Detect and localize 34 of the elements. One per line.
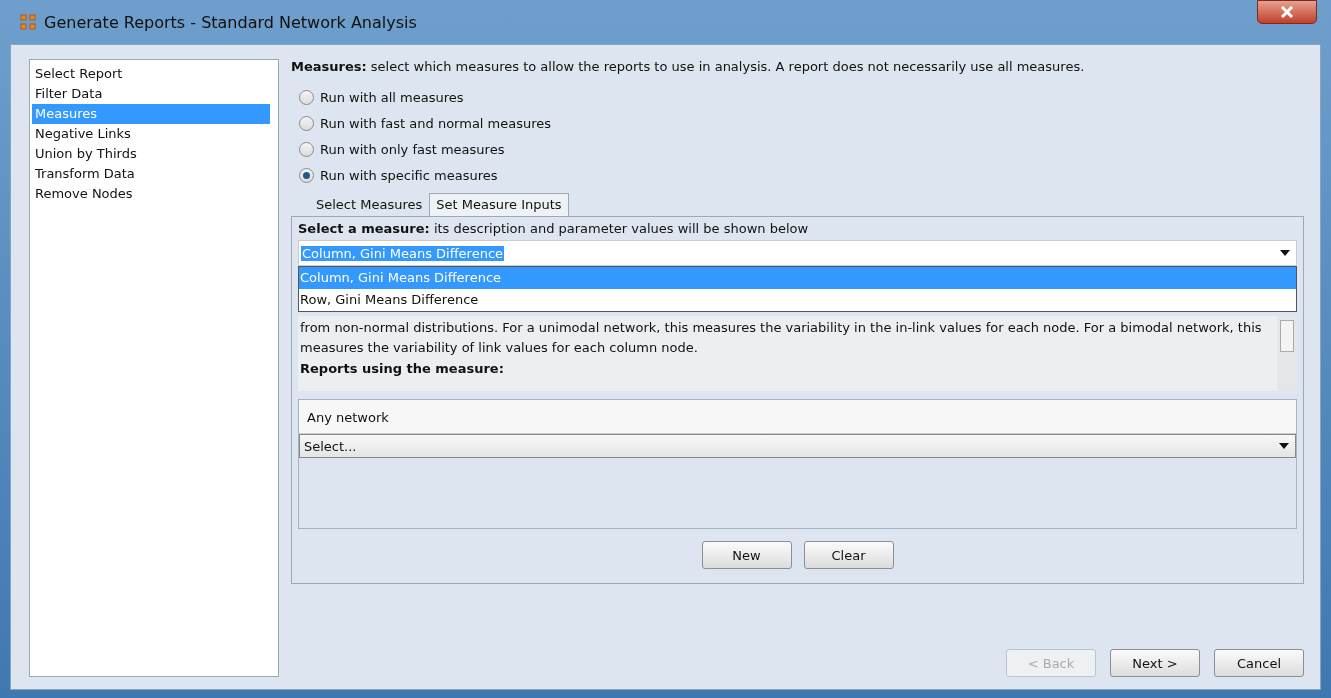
description-text: from non-normal distributions. For a unimodal network, this measures the variability in the in-link values for each node. For a bimodal network, this measures the variability of link values for each column node.: [300, 319, 1263, 357]
radio-label: Run with specific measures: [320, 168, 498, 183]
radio-label: Run with only fast measures: [320, 142, 505, 157]
sidebar-item[interactable]: Remove Nodes: [32, 184, 270, 204]
wizard-button[interactable]: Cancel: [1214, 649, 1304, 677]
panel-button[interactable]: New: [701, 541, 792, 569]
panel-button[interactable]: Clear: [803, 541, 894, 569]
sidebar-item[interactable]: Union by Thirds: [32, 144, 270, 164]
intro-text: Measures: select which measures to allow the reports to use in analysis. A report does not necessarily use all measures.: [291, 59, 1086, 74]
radio-button[interactable]: [299, 116, 314, 131]
scrollbar[interactable]: [1277, 316, 1297, 391]
radio-button[interactable]: [299, 142, 314, 157]
network-label: Any network: [299, 400, 1296, 434]
app-logo-icon: [20, 14, 36, 30]
radio-button[interactable]: [299, 168, 314, 183]
sidebar-item[interactable]: Negative Links: [32, 124, 270, 144]
sidebar-item[interactable]: Transform Data: [32, 164, 270, 184]
sidebar-item[interactable]: Filter Data: [32, 84, 270, 104]
dropdown-arrow-icon: [1279, 443, 1289, 449]
dropdown-arrow-icon: [1280, 250, 1290, 256]
tab[interactable]: Select Measures: [309, 193, 430, 216]
tab[interactable]: Set Measure Inputs: [429, 193, 569, 216]
wizard-button[interactable]: Next >: [1110, 649, 1200, 677]
reports-heading: Reports using the measure:: [300, 361, 505, 376]
dropdown-option[interactable]: Row, Gini Means Difference: [299, 289, 1296, 311]
close-button[interactable]: [1257, 0, 1317, 24]
radio-button[interactable]: [299, 90, 314, 105]
close-icon: [1280, 6, 1294, 18]
select-hint: Select a measure: its description and parameter values will be shown below: [298, 221, 810, 236]
window-title: Generate Reports - Standard Network Analysis: [44, 12, 417, 32]
radio-label: Run with all measures: [320, 90, 464, 105]
radio-label: Run with fast and normal measures: [320, 116, 552, 131]
sidebar-item[interactable]: Select Report: [32, 64, 270, 84]
network-dropdown[interactable]: Select...: [299, 434, 1296, 458]
